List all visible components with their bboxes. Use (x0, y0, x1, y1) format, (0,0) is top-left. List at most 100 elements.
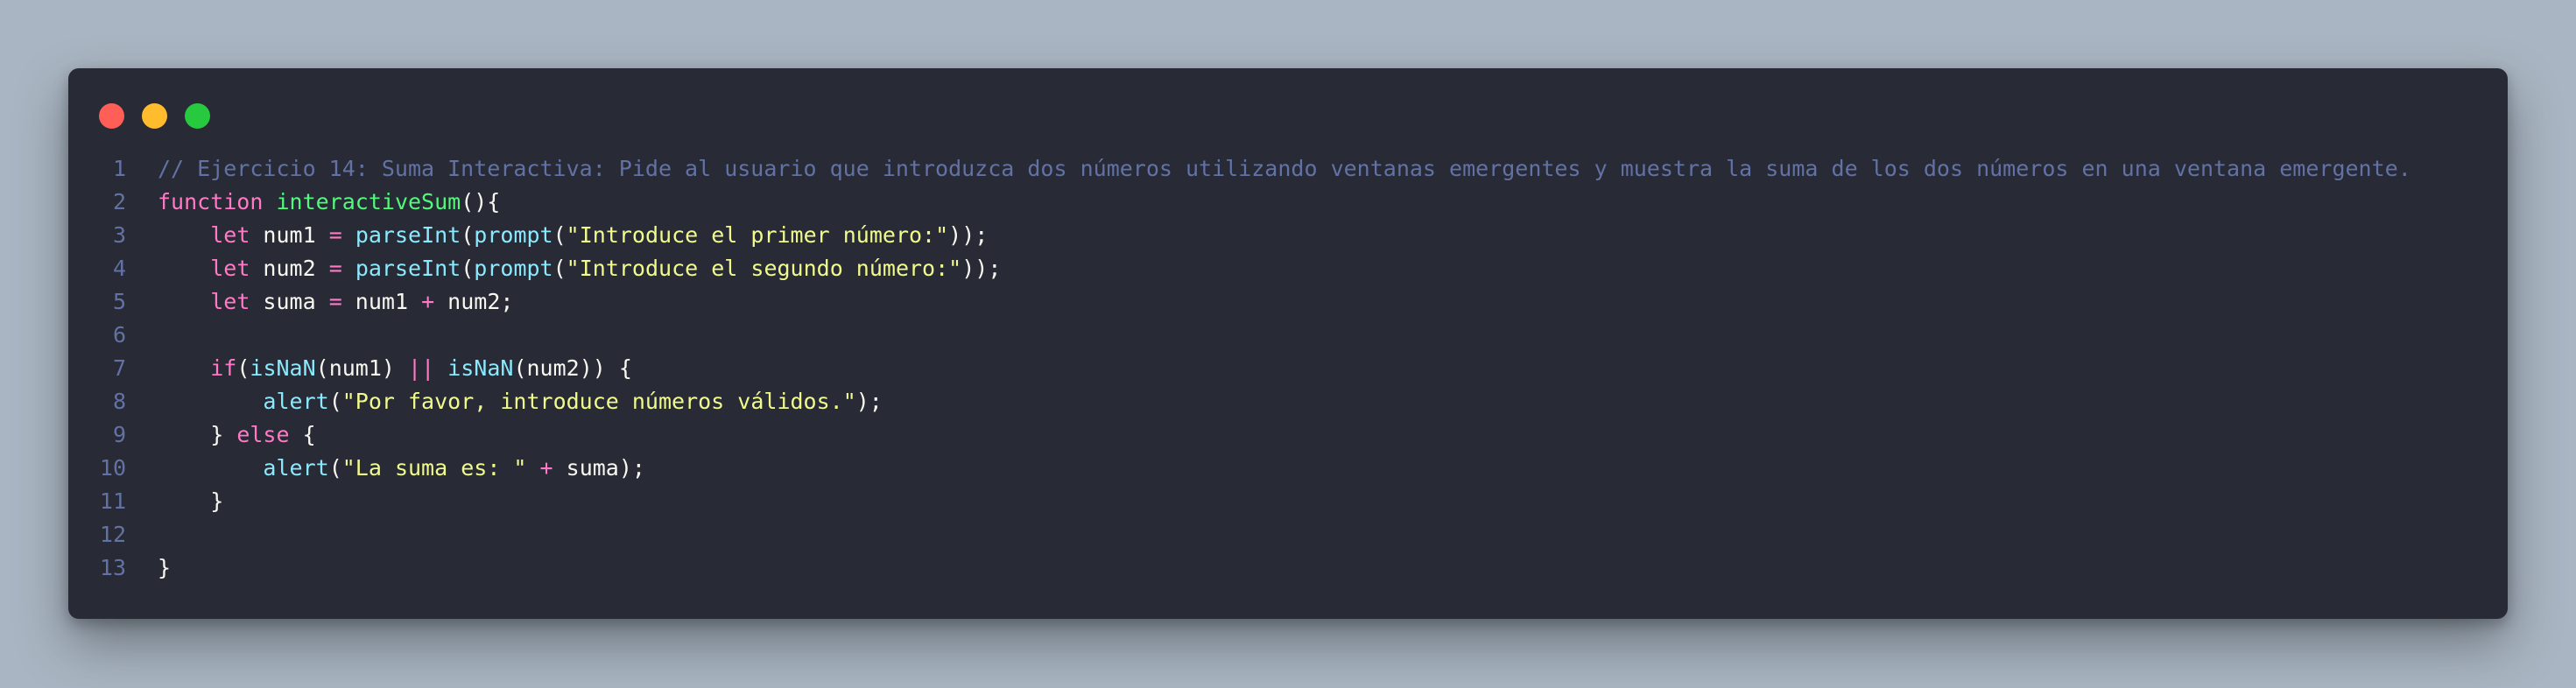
code-token: )); (961, 256, 1002, 281)
line-number: 6 (112, 322, 126, 348)
code-token: ( (328, 455, 342, 481)
code-token: "Introduce el segundo número:" (566, 256, 962, 281)
code-line: 9 } else { (68, 418, 2508, 452)
code-line: 6 (68, 319, 2508, 352)
code-token: parseInt (355, 222, 461, 248)
code-token: num1 (250, 222, 329, 248)
code-token: let (210, 222, 250, 248)
code-token: (num1) (315, 355, 409, 381)
code-line: 11 } (68, 485, 2508, 518)
code-line: 12 (68, 518, 2508, 551)
code-token: = (328, 222, 342, 248)
line-number: 11 (99, 488, 126, 514)
code-line: 13} (68, 551, 2508, 585)
code-token: + (421, 289, 435, 314)
code-token: "Por favor, introduce números válidos." (341, 389, 856, 414)
code-line: 2 function interactiveSum(){ (68, 186, 2508, 219)
line-source: function interactiveSum(){ (158, 186, 500, 219)
code-token: ( (553, 222, 567, 248)
code-token: let (210, 289, 250, 314)
code-token: )); (948, 222, 989, 248)
code-token: isNaN (447, 355, 514, 381)
line-number: 13 (99, 555, 126, 580)
code-token: } (158, 422, 237, 447)
code-token: } (158, 555, 172, 580)
code-token: prompt (474, 256, 553, 281)
code-token: = (328, 256, 342, 281)
code-token: suma); (553, 455, 645, 481)
code-token: num1 (341, 289, 422, 314)
line-number: 9 (112, 422, 126, 447)
line-source: let num2 = parseInt(prompt("Introduce el… (158, 252, 1001, 285)
line-number: 8 (112, 389, 126, 414)
code-token: ( (461, 256, 475, 281)
code-line: 10 alert("La suma es: " + suma); (68, 452, 2508, 485)
code-token: + (539, 455, 553, 481)
line-source: if(isNaN(num1) || isNaN(num2)) { (158, 352, 632, 385)
code-token: num2; (434, 289, 514, 314)
code-token: } (158, 488, 224, 514)
code-token: { (289, 422, 316, 447)
code-token: isNaN (250, 355, 316, 381)
code-token: "Introduce el primer número:" (566, 222, 949, 248)
line-number: 12 (99, 522, 126, 547)
code-token: let (210, 256, 250, 281)
code-token: function (158, 189, 264, 214)
line-number: 3 (112, 222, 126, 248)
code-line: 5 let suma = num1 + num2; (68, 285, 2508, 319)
code-token: = (328, 289, 342, 314)
line-source: // Ejercicio 14: Suma Interactiva: Pide … (158, 152, 2411, 186)
line-number: 10 (99, 455, 126, 481)
window-controls (99, 103, 210, 129)
line-number: 1 (112, 156, 126, 181)
line-source: alert("Por favor, introduce números váli… (158, 385, 883, 418)
close-dot-icon[interactable] (99, 103, 124, 129)
code-token: prompt (474, 222, 553, 248)
code-token: ); (855, 389, 883, 414)
code-line: 1 // Ejercicio 14: Suma Interactiva: Pide… (68, 152, 2508, 186)
code-token: ( (328, 389, 342, 414)
line-source: } else { (158, 418, 316, 452)
code-block: 1 // Ejercicio 14: Suma Interactiva: Pide… (68, 152, 2508, 585)
maximize-dot-icon[interactable] (185, 103, 210, 129)
code-token: num2 (250, 256, 329, 281)
code-token: (){ (461, 189, 501, 214)
code-token: ( (461, 222, 475, 248)
line-source: } (158, 551, 171, 585)
code-token: parseInt (355, 256, 461, 281)
code-window: 1 // Ejercicio 14: Suma Interactiva: Pide… (68, 68, 2508, 619)
code-token: "La suma es: " (341, 455, 527, 481)
code-token: alert (263, 455, 329, 481)
code-token: // Ejercicio 14: Suma Interactiva: Pide … (158, 156, 2411, 181)
code-line: 4 let num2 = parseInt(prompt("Introduce … (68, 252, 2508, 285)
code-token: (num2)) { (513, 355, 632, 381)
minimize-dot-icon[interactable] (142, 103, 167, 129)
code-token: alert (263, 389, 329, 414)
code-token: || (408, 355, 435, 381)
line-source: let suma = num1 + num2; (158, 285, 513, 319)
code-line: 7 if(isNaN(num1) || isNaN(num2)) { (68, 352, 2508, 385)
code-line: 3 let num1 = parseInt(prompt("Introduce … (68, 219, 2508, 252)
line-source: } (158, 485, 223, 518)
line-number: 4 (112, 256, 126, 281)
line-number: 7 (112, 355, 126, 381)
code-token: if (210, 355, 237, 381)
code-token: interactiveSum (276, 189, 461, 214)
code-token: ( (553, 256, 567, 281)
code-token: suma (250, 289, 329, 314)
code-token: else (236, 422, 290, 447)
line-source: alert("La suma es: " + suma); (158, 452, 645, 485)
line-number: 5 (112, 289, 126, 314)
line-source: let num1 = parseInt(prompt("Introduce el… (158, 219, 988, 252)
